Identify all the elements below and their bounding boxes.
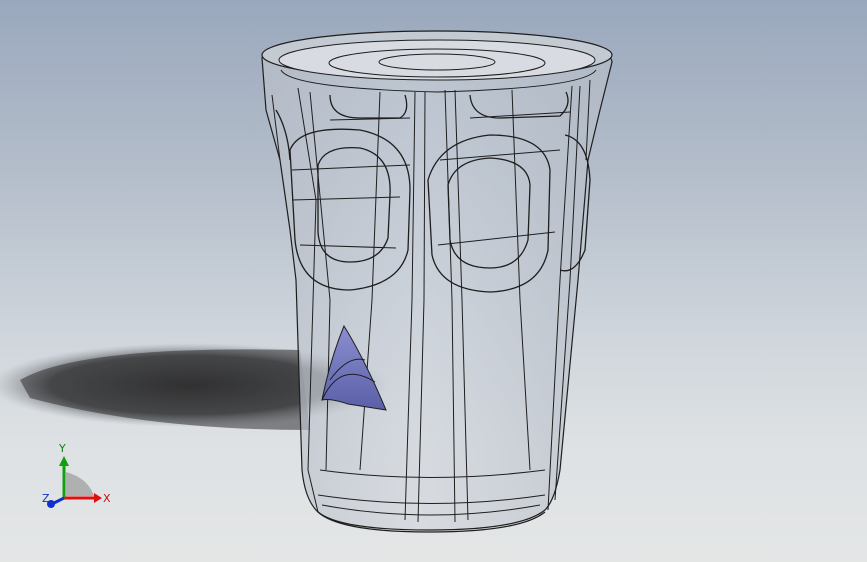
triad-y-label: Y: [58, 442, 66, 455]
triad-x-label: X: [103, 492, 111, 505]
triad-x-arrow: [94, 493, 102, 503]
triad-xy-plane: [66, 472, 94, 496]
cup-model[interactable]: [0, 0, 867, 562]
triad-y-arrow: [59, 456, 69, 466]
triad-z-label: Z: [42, 492, 50, 505]
graphics-viewport[interactable]: X Y Z: [0, 0, 867, 562]
view-orientation-triad[interactable]: X Y Z: [36, 438, 116, 518]
cup-rim-inner: [278, 39, 596, 81]
